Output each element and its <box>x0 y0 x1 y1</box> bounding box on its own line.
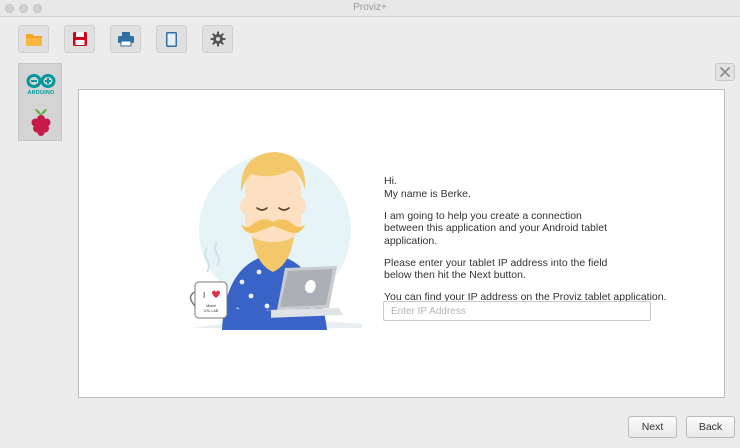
save-button[interactable] <box>64 25 95 53</box>
sidebar-item-raspberry-pi[interactable] <box>19 103 63 141</box>
connection-wizard-panel: BERKE I Miami CSL LAB Hi.My name is Berk… <box>78 89 725 398</box>
device-sidebar: ARDUINO <box>18 63 62 141</box>
open-folder-button[interactable] <box>18 25 49 53</box>
floppy-disk-icon <box>72 32 87 46</box>
arduino-logo-icon <box>26 73 56 88</box>
mug-text-miami: Miami <box>206 304 216 308</box>
window-title: Proviz+ <box>353 2 387 13</box>
instruction-text: Please enter your tablet IP address into… <box>384 256 608 282</box>
raspberry-pi-logo-icon <box>31 109 51 136</box>
close-icon <box>720 67 730 77</box>
back-button[interactable]: Back <box>686 416 735 438</box>
ip-address-input[interactable] <box>383 301 651 321</box>
printer-icon <box>117 32 134 47</box>
title-bar: Proviz+ <box>0 0 740 17</box>
settings-button[interactable] <box>202 25 233 53</box>
sidebar-item-arduino-label: ARDUINO <box>27 89 55 96</box>
assistant-illustration: BERKE I Miami CSL LAB <box>189 152 362 330</box>
intro-text: My name is Berke. <box>384 187 471 200</box>
wizard-message: Hi. My name is Berke. I am going to help … <box>384 175 684 313</box>
tablet-icon <box>166 31 177 47</box>
toolbar <box>18 25 233 53</box>
mug-text-i: I <box>203 291 205 300</box>
folder-icon <box>25 33 42 46</box>
close-wizard-button[interactable] <box>715 63 735 81</box>
tablet-button[interactable] <box>156 25 187 53</box>
gear-icon <box>210 31 225 47</box>
sidebar-item-arduino[interactable]: ARDUINO <box>19 65 63 103</box>
help-text: I am going to help you create a connecti… <box>384 209 607 247</box>
next-button[interactable]: Next <box>628 416 677 438</box>
greeting-text: Hi. <box>384 175 397 187</box>
print-button[interactable] <box>110 25 141 53</box>
mug-text-lab: CSL LAB <box>204 309 219 313</box>
